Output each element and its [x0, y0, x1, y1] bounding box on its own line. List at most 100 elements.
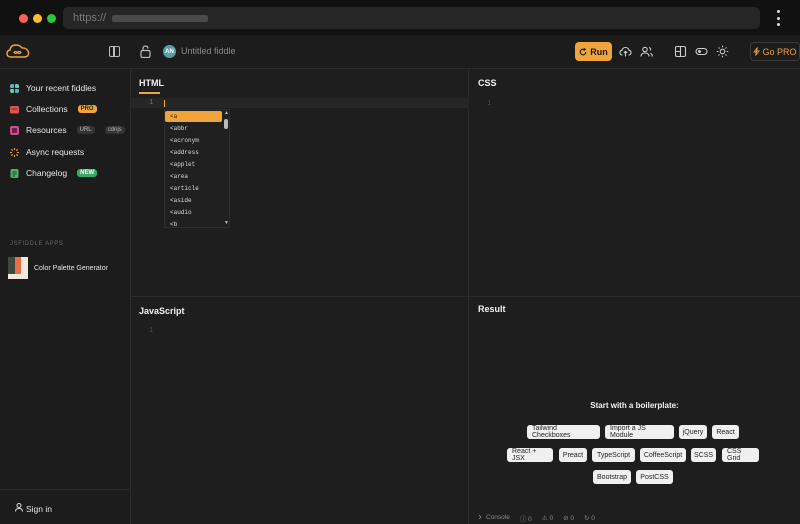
error-count: 0: [570, 514, 574, 522]
user-icon: [15, 503, 23, 512]
javascript-pane-title[interactable]: JavaScript: [139, 306, 185, 316]
console-label[interactable]: Console: [478, 514, 510, 521]
autocomplete-dropdown[interactable]: <a <abbr <acronym <address <applet <area…: [164, 109, 230, 228]
autocomplete-item[interactable]: <article: [165, 183, 222, 194]
minimize-window-button[interactable]: [33, 14, 42, 23]
sidebar-item-changelog[interactable]: Changelog NEW: [10, 166, 98, 180]
boilerplate-heading: Start with a boilerplate:: [590, 401, 679, 410]
lightning-icon: [753, 47, 761, 56]
console-bar[interactable]: Console ⓘ 0 ⚠ 0 ⊘ 0 ↻ 0: [469, 511, 800, 524]
boilerplate-chip[interactable]: TypeScript: [592, 448, 635, 462]
sidebar-item-label: Collections: [26, 104, 68, 114]
sidebar-item-label: Your recent fiddles: [26, 83, 97, 93]
autocomplete-item[interactable]: <aside: [165, 195, 222, 206]
boilerplate-chip[interactable]: jQuery: [679, 425, 707, 439]
document-icon: [10, 168, 19, 178]
scroll-down-icon[interactable]: ▼: [224, 220, 229, 226]
boilerplate-chip[interactable]: Bootstrap: [593, 470, 631, 484]
autocomplete-item[interactable]: <a: [165, 111, 222, 122]
scroll-up-icon[interactable]: ▲: [224, 110, 229, 116]
boilerplate-chip[interactable]: React: [712, 425, 739, 439]
jsfiddle-logo-icon[interactable]: [6, 43, 30, 59]
go-pro-label: Go PRO: [762, 46, 797, 57]
sidebar-toggle-icon[interactable]: [109, 46, 120, 57]
fiddle-title[interactable]: Untitled fiddle: [181, 46, 236, 56]
autocomplete-item[interactable]: <audio: [165, 207, 222, 218]
sidebar-item-resources[interactable]: Resources URL cdnjs: [10, 123, 125, 137]
close-window-button[interactable]: [19, 14, 28, 23]
boilerplate-chip[interactable]: React + JSX: [507, 448, 553, 462]
signin-section: Sign in: [0, 489, 131, 524]
sidebar-item-label: Changelog: [26, 168, 68, 178]
javascript-editor-pane: JavaScript 1: [131, 297, 469, 524]
boilerplate-chip[interactable]: CSS Grid: [722, 448, 759, 462]
boilerplate-chip[interactable]: Tailwind Checkboxes: [527, 425, 600, 439]
autocomplete-scrollbar[interactable]: ▲ ▼: [223, 110, 229, 227]
console-clear-count: ↻ 0: [583, 514, 595, 522]
app-color-palette-generator[interactable]: Color Palette Generator: [34, 265, 108, 272]
active-tab-indicator: [139, 92, 160, 94]
info-count: 0: [528, 515, 532, 523]
scrollbar-thumb[interactable]: [224, 119, 228, 129]
pro-badge: PRO: [77, 105, 97, 113]
boilerplate-chip[interactable]: Preact: [559, 448, 587, 462]
loader-icon: [10, 147, 19, 157]
autocomplete-item[interactable]: <applet: [165, 159, 222, 170]
save-cloud-icon[interactable]: [619, 45, 632, 58]
warn-count: 0: [549, 514, 554, 522]
maximize-window-button[interactable]: [47, 14, 56, 23]
css-pane-title[interactable]: CSS: [478, 78, 497, 88]
text-cursor: [164, 100, 165, 107]
browser-menu-icon[interactable]: [776, 10, 780, 26]
sidebar: Your recent fiddles Collections PRO Reso…: [0, 69, 131, 524]
grid-icon: [10, 83, 19, 93]
sun-icon[interactable]: [716, 45, 729, 58]
url-prefix: https://: [73, 12, 107, 24]
html-pane-title[interactable]: HTML: [139, 78, 164, 88]
sidebar-item-collections[interactable]: Collections PRO: [10, 102, 97, 116]
lock-icon[interactable]: [140, 45, 151, 58]
console-info-count: ⓘ 0: [519, 515, 532, 523]
boilerplate-chip[interactable]: Import a JS Module: [605, 425, 674, 439]
boilerplate-chip[interactable]: SCSS: [691, 448, 716, 462]
autocomplete-item[interactable]: <address: [165, 147, 222, 158]
layout-icon[interactable]: [674, 45, 687, 58]
url-badge: URL: [76, 126, 95, 134]
console-warn-count: ⚠ 0: [541, 514, 554, 522]
console-label-text: Console: [486, 514, 510, 521]
sidebar-item-async-requests[interactable]: Async requests: [10, 145, 84, 159]
avatar[interactable]: AN: [163, 45, 176, 58]
apps-heading: JSFIDDLE APPS: [10, 241, 64, 247]
color-palette-app-thumbnail[interactable]: [8, 257, 29, 279]
cdnjs-badge: cdnjs: [104, 126, 125, 134]
go-pro-button[interactable]: Go PRO: [750, 42, 800, 61]
toggle-icon[interactable]: [695, 45, 708, 58]
folder-icon: [10, 105, 19, 113]
console-error-count: ⊘ 0: [563, 514, 574, 522]
clear-count: 0: [591, 514, 595, 522]
refresh-icon: [579, 47, 587, 55]
autocomplete-item[interactable]: <abbr: [165, 123, 222, 134]
result-pane-title: Result: [478, 304, 506, 314]
boilerplate-chip[interactable]: PostCSS: [636, 470, 673, 484]
boilerplate-chip[interactable]: CoffeeScript: [640, 448, 686, 462]
package-icon: [10, 125, 19, 135]
autocomplete-item[interactable]: <area: [165, 171, 222, 182]
browser-toolbar: https://: [0, 0, 800, 35]
css-editor-pane: CSS 1: [469, 69, 800, 297]
run-button[interactable]: Run: [575, 42, 612, 61]
top-bar: AN Untitled fiddle Run Go PRO: [0, 35, 800, 69]
active-code-line[interactable]: [131, 98, 469, 108]
line-number: 1: [149, 99, 154, 107]
line-number: 1: [149, 327, 154, 335]
signin-button[interactable]: Sign in: [26, 504, 52, 514]
sidebar-item-recent-fiddles[interactable]: Your recent fiddles: [10, 81, 96, 95]
sidebar-item-label: Resources: [26, 125, 67, 135]
url-redacted: [112, 14, 209, 22]
autocomplete-item[interactable]: <acronym: [165, 135, 222, 146]
autocomplete-item[interactable]: <b: [165, 219, 222, 230]
address-bar[interactable]: https://: [63, 7, 760, 29]
terminal-icon: [478, 514, 482, 520]
collaborate-icon[interactable]: [640, 45, 653, 58]
new-badge: NEW: [77, 169, 98, 177]
